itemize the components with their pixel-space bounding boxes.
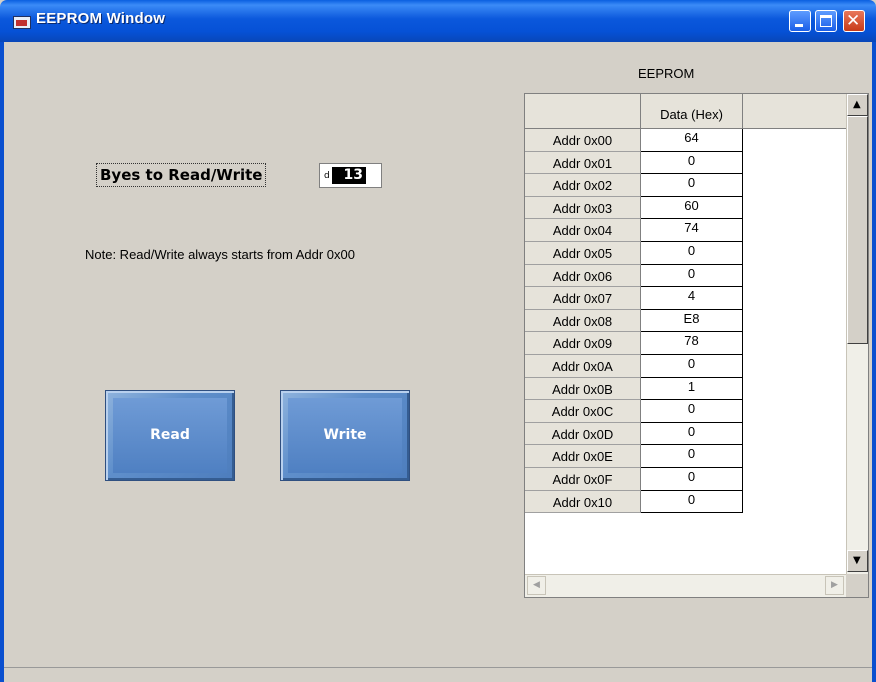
arrow-down-icon: ▼ (853, 555, 861, 566)
row-address-label: Addr 0x0D (525, 422, 641, 446)
maximize-icon (820, 15, 832, 27)
minimize-button[interactable] (789, 10, 811, 32)
write-button[interactable]: Write (280, 390, 410, 481)
window-border-right (872, 42, 876, 682)
scroll-right-button[interactable]: ▶ (825, 576, 844, 595)
row-address-label: Addr 0x01 (525, 151, 641, 175)
row-address-label: Addr 0x07 (525, 287, 641, 310)
data-cell[interactable]: 0 (641, 264, 743, 288)
title-bar[interactable]: EEPROM Window ✕ (0, 0, 876, 42)
bytes-value[interactable]: 13 (332, 167, 366, 184)
close-icon: ✕ (846, 11, 861, 31)
window-title: EEPROM Window (36, 10, 166, 27)
row-address-label: Addr 0x10 (525, 490, 641, 514)
table-row: Addr 0x00 64 (525, 129, 846, 152)
data-cell[interactable]: 78 (641, 332, 743, 355)
row-address-label: Addr 0x04 (525, 219, 641, 242)
table-row: Addr 0x0E 0 (525, 445, 846, 468)
arrow-left-icon: ◀ (533, 580, 540, 590)
row-address-label: Addr 0x0E (525, 445, 641, 468)
data-cell[interactable]: 1 (641, 377, 743, 401)
table-row: Addr 0x0D 0 (525, 422, 846, 446)
close-button[interactable]: ✕ (843, 10, 865, 32)
data-cell[interactable]: 0 (641, 241, 743, 265)
radix-indicator[interactable]: d (324, 171, 330, 181)
table-row: Addr 0x10 0 (525, 490, 846, 514)
row-address-label: Addr 0x0C (525, 400, 641, 423)
table-row: Addr 0x0B 1 (525, 377, 846, 401)
data-cell[interactable]: 0 (641, 422, 743, 446)
eeprom-table[interactable]: Data (Hex) Addr 0x00 64 Addr 0x01 0 Addr 0x0… (524, 93, 869, 598)
data-cell[interactable]: 0 (641, 445, 743, 468)
table-row: Addr 0x0A 0 (525, 354, 846, 378)
app-icon[interactable] (13, 16, 31, 29)
note-text: Note: Read/Write always starts from Addr… (85, 247, 355, 262)
row-address-label: Addr 0x03 (525, 196, 641, 220)
vertical-scroll-thumb[interactable] (847, 116, 868, 344)
column-header-data: Data (Hex) (641, 94, 743, 129)
column-header-empty (743, 94, 846, 129)
status-divider (4, 667, 872, 668)
table-row: Addr 0x08 E8 (525, 309, 846, 333)
table-row: Addr 0x02 0 (525, 174, 846, 197)
data-cell[interactable]: 0 (641, 174, 743, 197)
bytes-label: Byes to Read/Write (96, 163, 267, 187)
scroll-up-button[interactable]: ▲ (847, 94, 868, 116)
data-cell[interactable]: 74 (641, 219, 743, 242)
data-cell[interactable]: 0 (641, 400, 743, 423)
read-button-label: Read (150, 427, 190, 443)
vertical-scrollbar[interactable]: ▲ ▼ (846, 94, 868, 574)
data-cell[interactable]: 0 (641, 490, 743, 514)
scrollbar-corner (846, 574, 868, 597)
row-address-label: Addr 0x0F (525, 467, 641, 491)
maximize-button[interactable] (815, 10, 837, 32)
arrow-up-icon: ▲ (853, 99, 861, 110)
table-row: Addr 0x09 78 (525, 332, 846, 355)
read-button[interactable]: Read (105, 390, 235, 481)
row-address-label: Addr 0x0B (525, 377, 641, 401)
table-row: Addr 0x06 0 (525, 264, 846, 288)
data-cell[interactable]: 0 (641, 354, 743, 378)
eeprom-window: EEPROM Window ✕ Byes to Read/Write d 13 … (0, 0, 876, 682)
table-row: Addr 0x03 60 (525, 196, 846, 220)
table-row: Addr 0x0C 0 (525, 400, 846, 423)
table-corner-header (525, 94, 641, 129)
table-rows: Addr 0x00 64 Addr 0x01 0 Addr 0x02 0 Addr 0x03… (525, 129, 846, 514)
bytes-numeric-input[interactable]: d 13 (319, 163, 382, 188)
table-row: Addr 0x0F 0 (525, 467, 846, 491)
arrow-right-icon: ▶ (831, 580, 838, 590)
window-border-left (0, 42, 4, 682)
data-cell[interactable]: 60 (641, 196, 743, 220)
data-cell[interactable]: 64 (641, 129, 743, 152)
horizontal-scrollbar[interactable]: ◀ ▶ (525, 574, 846, 597)
table-row: Addr 0x07 4 (525, 287, 846, 310)
row-address-label: Addr 0x02 (525, 174, 641, 197)
row-address-label: Addr 0x0A (525, 354, 641, 378)
write-button-label: Write (323, 427, 367, 443)
data-cell[interactable]: 0 (641, 151, 743, 175)
table-row: Addr 0x01 0 (525, 151, 846, 175)
row-address-label: Addr 0x05 (525, 241, 641, 265)
data-cell[interactable]: 4 (641, 287, 743, 310)
minimize-icon (795, 24, 803, 27)
table-title: EEPROM (638, 66, 695, 81)
scroll-down-button[interactable]: ▼ (847, 550, 868, 572)
data-cell[interactable]: E8 (641, 309, 743, 333)
row-address-label: Addr 0x08 (525, 309, 641, 333)
row-address-label: Addr 0x06 (525, 264, 641, 288)
row-address-label: Addr 0x09 (525, 332, 641, 355)
data-cell[interactable]: 0 (641, 467, 743, 491)
table-row: Addr 0x04 74 (525, 219, 846, 242)
table-row: Addr 0x05 0 (525, 241, 846, 265)
scroll-left-button[interactable]: ◀ (527, 576, 546, 595)
row-address-label: Addr 0x00 (525, 129, 641, 152)
